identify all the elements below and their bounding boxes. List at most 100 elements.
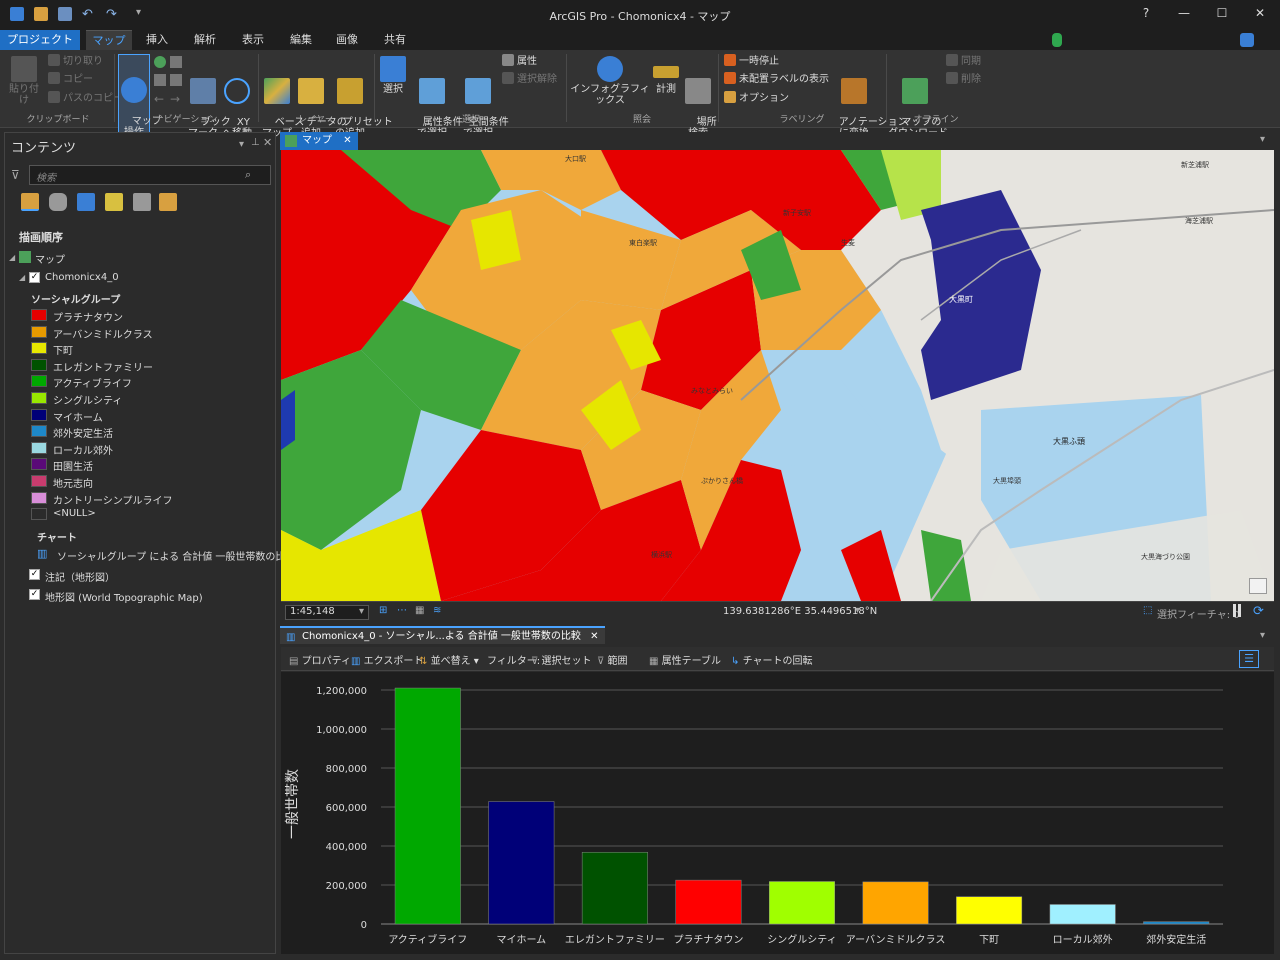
close-map-tab-icon[interactable]: ✕ [343,135,351,146]
pane-menu-icon[interactable]: ▾ [239,139,244,150]
attributes-button[interactable]: 属性 [502,53,537,71]
labeling-icon[interactable] [159,193,177,211]
measure-button[interactable]: 計測 [652,56,680,95]
search-icon[interactable]: ⌕ [245,168,251,182]
legend-swatch[interactable] [31,358,47,371]
tree-chart-item[interactable]: ソーシャルグループ による 合計値 一般世帯数の比較 [57,548,295,563]
chart-tab-list-icon[interactable]: ▾ [1260,630,1265,641]
previous-extent-icon[interactable]: ← [154,92,164,106]
tab-insert[interactable]: 挿入 [136,30,178,50]
legend-swatch[interactable] [31,375,47,388]
tab-view[interactable]: 表示 [232,30,274,50]
legend-swatch[interactable] [31,441,47,454]
map-view[interactable]: 大口駅 新子安駅 大黒町 大黒ふ頭 みなとみらい 横浜駅 東白楽駅 新芝浦駅 海… [281,150,1274,601]
drawing-order-icon[interactable] [21,193,39,211]
chart-view-options-icon[interactable]: ☰ [1239,650,1259,668]
chart-bar[interactable] [394,687,461,925]
maximize-button[interactable]: ☐ [1208,6,1236,24]
map-tooltip-icon[interactable] [1249,578,1267,594]
chart-bar[interactable] [675,879,742,925]
filter-icon[interactable]: ⊽ [11,168,20,182]
expand-map-icon[interactable]: ◢ [9,253,15,262]
close-button[interactable]: ✕ [1246,6,1274,24]
chart-export-button[interactable]: ▥ エクスポート [351,652,423,667]
copy-button[interactable]: コピー [48,71,93,89]
close-chart-tab-icon[interactable]: ✕ [590,631,598,642]
zoom-out-icon[interactable] [170,74,182,86]
tree-map[interactable]: マップ [35,251,65,266]
chart-bar[interactable] [956,896,1023,925]
legend-swatch[interactable] [31,425,47,438]
legend-swatch[interactable] [31,342,47,355]
tree-annotation[interactable]: 注記（地形図） [45,569,115,584]
fixed-zoom-icon[interactable] [170,56,182,68]
next-extent-icon[interactable]: → [170,92,180,106]
sync-button[interactable]: 同期 [946,53,981,71]
tab-map-view[interactable]: マップ ✕ [280,132,358,150]
selection-set-button[interactable]: ⊽ 選択セット [531,652,592,667]
zoom-in-icon[interactable] [154,74,166,86]
tab-analysis[interactable]: 解析 [184,30,226,50]
tab-share[interactable]: 共有 [374,30,416,50]
copy-path-button[interactable]: パスのコピー [48,90,123,108]
extent-filter-button[interactable]: ⊽ 範囲 [597,652,628,667]
tab-map[interactable]: マップ [86,30,132,50]
table-icon[interactable]: ▦ [415,605,424,616]
correction-icon[interactable]: ≋ [433,605,441,616]
pause-labels-button[interactable]: 一時停止 [724,53,779,71]
editing-icon[interactable] [105,193,123,211]
legend-swatch[interactable] [31,491,47,504]
chart-bar[interactable] [1049,904,1116,925]
selection-view-icon[interactable] [77,193,95,211]
clear-selection-button[interactable]: 選択解除 [502,71,557,89]
pause-drawing-icon[interactable] [1233,604,1241,617]
coordinate-format-icon[interactable]: ▾ [855,605,860,616]
chart-bar[interactable] [488,801,555,925]
pin-icon[interactable]: ⊥ [251,137,260,148]
legend-swatch[interactable] [31,392,47,404]
basemap-checkbox[interactable]: ✓ [29,589,40,600]
close-pane-icon[interactable]: ✕ [263,136,272,149]
layer-visibility-checkbox[interactable]: ✓ [29,272,40,283]
help-button[interactable]: ? [1132,6,1160,24]
legend-swatch[interactable] [31,408,47,421]
tab-list-icon[interactable]: ▾ [1260,134,1265,145]
contents-search-input[interactable]: 検索 [29,165,271,185]
cut-button[interactable]: 切り取り [48,53,103,71]
attribute-table-button[interactable]: ▦ 属性テーブル [649,652,721,667]
legend-swatch[interactable] [31,475,47,487]
chart-bar[interactable] [1143,921,1210,925]
data-source-icon[interactable] [49,193,67,211]
legend-swatch[interactable] [31,458,47,471]
infographics-button[interactable]: インフォグラフィックス [570,56,650,106]
paste-button[interactable]: 貼り付け [6,56,42,106]
notification-icon[interactable] [1240,33,1254,47]
chart-bar[interactable] [862,881,929,925]
remove-button[interactable]: 削除 [946,71,981,89]
label-options-button[interactable]: オプション [724,90,789,108]
select-button[interactable]: 選択 [378,56,408,95]
tree-basemap[interactable]: 地形図 (World Topographic Map) [45,589,203,604]
legend-swatch[interactable] [31,309,47,321]
tree-layer[interactable]: Chomonicx4_0 [45,272,119,283]
legend-swatch[interactable] [31,325,47,338]
tab-chart-view[interactable]: ▥ Chomonicx4_0 - ソーシャル...よる 合計値 一般世帯数の比較… [280,626,605,644]
unplaced-labels-button[interactable]: 未配置ラベルの表示 [724,71,829,89]
tab-edit[interactable]: 編集 [280,30,322,50]
snapping-toggle-icon[interactable]: ⋯ [397,605,407,616]
tab-project[interactable]: プロジェクト [0,30,80,50]
chart-bar[interactable] [581,851,648,925]
refresh-icon[interactable]: ⟳ [1253,604,1264,619]
scale-selector[interactable]: 1:45,148 ▾ [285,605,369,620]
tab-imagery[interactable]: 画像 [326,30,368,50]
grid-icon[interactable]: ⊞ [379,605,387,616]
full-extent-icon[interactable] [154,56,166,68]
expand-layer-icon[interactable]: ◢ [19,273,25,282]
signed-in-icon[interactable] [1052,33,1062,47]
snapping-icon[interactable] [133,193,151,211]
minimize-button[interactable]: — [1170,6,1198,24]
annotation-checkbox[interactable]: ✓ [29,569,40,580]
rotate-chart-button[interactable]: ↳ チャートの回転 [731,652,812,667]
chart-sort-button[interactable]: ⇅ 並べ替え ▾ [419,652,479,667]
legend-swatch[interactable] [31,508,47,521]
